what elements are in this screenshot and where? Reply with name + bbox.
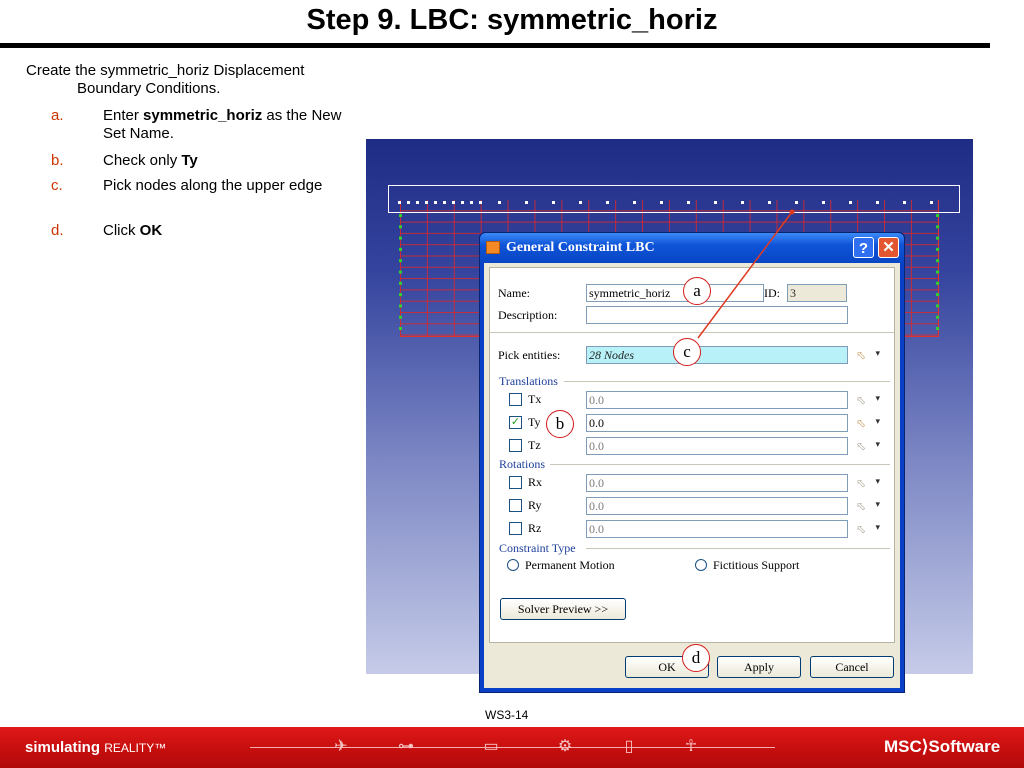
footer-bar: simulating REALITY™ ✈ ⊶ ▭ ⚙ ▯ ☥ MSC⟩Soft… [0, 727, 1024, 768]
callout-pointer-lines [697, 209, 795, 339]
airplane-icon: ✈ [334, 738, 348, 755]
callout-c-pointer [697, 211, 793, 339]
train-icon: ▭ [483, 738, 499, 755]
callout-c: c [673, 338, 701, 366]
callout-b: b [546, 410, 574, 438]
callout-a: a [683, 277, 711, 305]
car-icon: ⊶ [398, 738, 414, 755]
footer-brand-main: simulating [25, 739, 101, 756]
phone-icon: ▯ [624, 738, 634, 755]
person-icon: ☥ [685, 738, 697, 755]
page-code: WS3-14 [485, 708, 529, 722]
callout-d: d [682, 644, 710, 672]
gear-icon: ⚙ [557, 738, 573, 755]
footer-brand-small: REALITY™ [104, 741, 167, 755]
msc-software-logo: MSC⟩Software [884, 737, 1001, 756]
footer-brand: simulating REALITY™ [25, 739, 166, 756]
callout-c-pointer-head [789, 209, 795, 215]
